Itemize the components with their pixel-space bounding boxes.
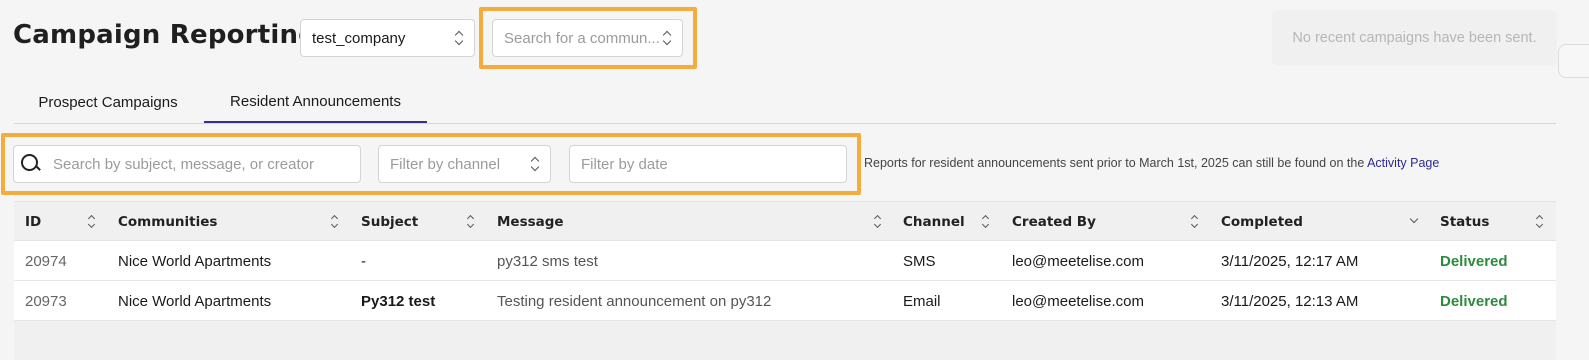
cell-subject: Py312 test — [361, 292, 436, 310]
activity-page-link[interactable]: Activity Page — [1367, 156, 1439, 170]
cell-community: Nice World Apartments — [118, 292, 272, 310]
sort-icon[interactable] — [1191, 215, 1199, 229]
sort-icon[interactable] — [1536, 215, 1544, 229]
cell-created-by: leo@meetelise.com — [1012, 252, 1144, 270]
channel-filter-select[interactable]: Filter by channel — [378, 145, 551, 183]
cell-subject: - — [361, 252, 366, 270]
tab-resident-announcements[interactable]: Resident Announcements — [204, 82, 427, 123]
company-select-value: test_company — [312, 29, 406, 47]
column-header-created-by[interactable]: Created By — [1012, 202, 1096, 242]
sort-icon[interactable] — [88, 215, 96, 229]
announcement-search-input[interactable]: Search by subject, message, or creator — [13, 145, 361, 183]
sort-descending-icon[interactable] — [1410, 216, 1418, 224]
column-header-completed[interactable]: Completed — [1221, 202, 1303, 242]
cell-completed: 3/11/2025, 12:13 AM — [1221, 292, 1359, 310]
status-badge: Delivered — [1440, 252, 1508, 270]
sort-icon[interactable] — [874, 215, 882, 229]
cell-id: 20973 — [25, 292, 67, 310]
status-badge: Delivered — [1440, 292, 1508, 310]
company-select[interactable]: test_company — [300, 19, 475, 57]
side-panel-handle[interactable] — [1558, 44, 1589, 78]
announcements-table: ID Communities Subject Message Channel C… — [14, 201, 1556, 321]
cell-channel: Email — [903, 292, 941, 310]
cell-completed: 3/11/2025, 12:17 AM — [1221, 252, 1359, 270]
table-empty-area — [14, 321, 1556, 360]
cell-id: 20974 — [25, 252, 67, 270]
cell-channel: SMS — [903, 252, 936, 270]
community-search-select[interactable]: Search for a commun... — [492, 19, 683, 57]
report-tabs: Prospect Campaigns Resident Announcement… — [14, 82, 1556, 124]
sort-icon[interactable] — [331, 215, 339, 229]
table-row[interactable]: 20973 Nice World Apartments Py312 test T… — [14, 281, 1556, 321]
community-search-placeholder: Search for a commun... — [504, 29, 660, 47]
cell-created-by: leo@meetelise.com — [1012, 292, 1144, 310]
cell-community: Nice World Apartments — [118, 252, 272, 270]
column-header-message[interactable]: Message — [497, 202, 564, 242]
cell-message: py312 sms test — [497, 252, 598, 270]
search-icon — [21, 154, 41, 174]
recent-campaigns-toast: No recent campaigns have been sent. — [1272, 10, 1557, 66]
column-header-channel[interactable]: Channel — [903, 202, 965, 242]
chevron-updown-icon — [531, 157, 539, 171]
tab-prospect-campaigns[interactable]: Prospect Campaigns — [14, 82, 202, 123]
table-row[interactable]: 20974 Nice World Apartments - py312 sms … — [14, 241, 1556, 281]
chevron-updown-icon — [663, 31, 671, 45]
column-header-id[interactable]: ID — [25, 202, 41, 242]
column-header-status[interactable]: Status — [1440, 202, 1489, 242]
column-header-subject[interactable]: Subject — [361, 202, 418, 242]
column-header-communities[interactable]: Communities — [118, 202, 217, 242]
sort-icon[interactable] — [467, 215, 475, 229]
date-filter-input[interactable]: Filter by date — [569, 145, 847, 183]
chevron-updown-icon — [455, 31, 463, 45]
sort-icon[interactable] — [982, 215, 990, 229]
page-title: Campaign Reporting — [13, 20, 317, 50]
cell-message: Testing resident announcement on py312 — [497, 292, 772, 310]
table-header: ID Communities Subject Message Channel C… — [14, 201, 1556, 241]
legacy-reports-note: Reports for resident announcements sent … — [864, 156, 1440, 170]
toast-text: No recent campaigns have been sent. — [1292, 30, 1537, 46]
